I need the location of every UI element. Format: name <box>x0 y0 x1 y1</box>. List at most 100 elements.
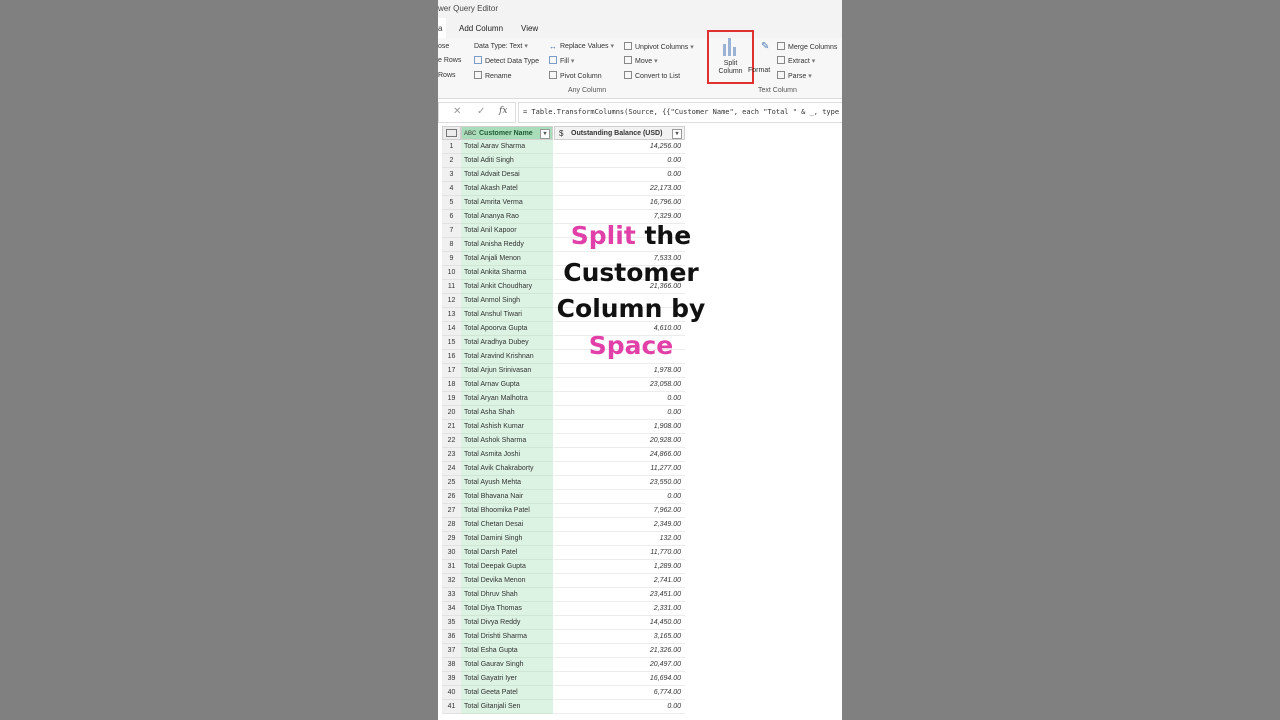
row-number[interactable]: 21 <box>442 420 461 434</box>
balance-cell[interactable]: 21,326.00 <box>554 644 685 658</box>
customer-name-cell[interactable]: Total Dhruv Shah <box>461 588 553 602</box>
row-number[interactable]: 7 <box>442 224 461 238</box>
customer-name-cell[interactable]: Total Ayush Mehta <box>461 476 553 490</box>
balance-cell[interactable]: 16,694.00 <box>554 672 685 686</box>
row-number[interactable]: 23 <box>442 448 461 462</box>
row-number[interactable]: 13 <box>442 308 461 322</box>
customer-name-cell[interactable]: Total Anmol Singh <box>461 294 553 308</box>
row-number[interactable]: 8 <box>442 238 461 252</box>
text-type-icon[interactable]: ABC <box>464 127 476 141</box>
data-type-dropdown[interactable]: Data Type: Text ▾ <box>474 42 528 52</box>
row-number[interactable]: 6 <box>442 210 461 224</box>
cancel-formula-button[interactable]: ✕ <box>453 106 461 117</box>
row-number[interactable]: 30 <box>442 546 461 560</box>
row-number[interactable]: 27 <box>442 504 461 518</box>
row-number[interactable]: 29 <box>442 532 461 546</box>
balance-cell[interactable]: 24,866.00 <box>554 448 685 462</box>
balance-cell[interactable]: 0.00 <box>554 700 685 714</box>
balance-cell[interactable]: 11,770.00 <box>554 546 685 560</box>
balance-cell[interactable]: 22,173.00 <box>554 182 685 196</box>
pivot-column-button[interactable]: Pivot Column <box>549 71 602 82</box>
row-number[interactable]: 12 <box>442 294 461 308</box>
row-number[interactable]: 36 <box>442 630 461 644</box>
rename-button[interactable]: Rename <box>474 71 511 82</box>
customer-name-cell[interactable]: Total Amrita Verma <box>461 196 553 210</box>
customer-name-cell[interactable]: Total Bhoomika Patel <box>461 504 553 518</box>
balance-cell[interactable]: 6,774.00 <box>554 686 685 700</box>
row-number[interactable]: 17 <box>442 364 461 378</box>
balance-cell[interactable]: 0.00 <box>554 154 685 168</box>
customer-name-cell[interactable]: Total Ankita Sharma <box>461 266 553 280</box>
customer-name-cell[interactable]: Total Aarav Sharma <box>461 140 553 154</box>
row-number[interactable]: 14 <box>442 322 461 336</box>
customer-name-cell[interactable]: Total Anil Kapoor <box>461 224 553 238</box>
fx-icon[interactable]: fx <box>499 106 507 116</box>
balance-cell[interactable]: 2,349.00 <box>554 518 685 532</box>
balance-cell[interactable]: 132.00 <box>554 532 685 546</box>
merge-columns-button[interactable]: Merge Columns <box>777 42 837 53</box>
convert-to-list-button[interactable]: Convert to List <box>624 71 680 82</box>
balance-cell[interactable]: 0.00 <box>554 168 685 182</box>
parse-button[interactable]: Parse ▾ <box>777 71 812 82</box>
detect-data-type-button[interactable]: Detect Data Type <box>474 56 539 67</box>
customer-name-cell[interactable]: Total Akash Patel <box>461 182 553 196</box>
format-button[interactable]: Format <box>748 66 770 76</box>
row-number[interactable]: 15 <box>442 336 461 350</box>
balance-cell[interactable]: 23,550.00 <box>554 476 685 490</box>
row-number[interactable]: 16 <box>442 350 461 364</box>
row-number[interactable]: 19 <box>442 392 461 406</box>
customer-name-cell[interactable]: Total Asmita Joshi <box>461 448 553 462</box>
balance-cell[interactable]: 14,256.00 <box>554 140 685 154</box>
tab-add-column[interactable]: Add Column <box>459 24 503 33</box>
customer-name-cell[interactable]: Total Devika Menon <box>461 574 553 588</box>
replace-values-button[interactable]: ↔ Replace Values ▾ <box>549 42 614 52</box>
customer-name-cell[interactable]: Total Ashok Sharma <box>461 434 553 448</box>
customer-name-cell[interactable]: Total Anjali Menon <box>461 252 553 266</box>
row-number[interactable]: 25 <box>442 476 461 490</box>
row-number[interactable]: 24 <box>442 462 461 476</box>
row-number[interactable]: 38 <box>442 658 461 672</box>
customer-name-cell[interactable]: Total Diya Thomas <box>461 602 553 616</box>
customer-name-cell[interactable]: Total Gayatri Iyer <box>461 672 553 686</box>
confirm-formula-button[interactable]: ✓ <box>477 106 485 117</box>
balance-cell[interactable]: 23,451.00 <box>554 588 685 602</box>
filter-dropdown-icon[interactable]: ▾ <box>672 129 682 139</box>
customer-name-cell[interactable]: Total Aravind Krishnan <box>461 350 553 364</box>
customer-name-cell[interactable]: Total Geeta Patel <box>461 686 553 700</box>
row-number[interactable]: 28 <box>442 518 461 532</box>
row-number[interactable]: 9 <box>442 252 461 266</box>
customer-name-cell[interactable]: Total Damini Singh <box>461 532 553 546</box>
ribbon-cut-3[interactable]: Rows <box>438 71 456 81</box>
balance-cell[interactable]: 0.00 <box>554 392 685 406</box>
column-header-customer-name[interactable]: ABC Customer Name ▾ <box>461 126 553 140</box>
balance-cell[interactable]: 0.00 <box>554 406 685 420</box>
row-number[interactable]: 34 <box>442 602 461 616</box>
move-button[interactable]: Move ▾ <box>624 56 658 67</box>
customer-name-cell[interactable]: Total Advait Desai <box>461 168 553 182</box>
row-number[interactable]: 41 <box>442 700 461 714</box>
balance-cell[interactable]: 14,450.00 <box>554 616 685 630</box>
row-number[interactable]: 10 <box>442 266 461 280</box>
customer-name-cell[interactable]: Total Arjun Srinivasan <box>461 364 553 378</box>
balance-cell[interactable]: 20,928.00 <box>554 434 685 448</box>
customer-name-cell[interactable]: Total Gitanjali Sen <box>461 700 553 714</box>
customer-name-cell[interactable]: Total Chetan Desai <box>461 518 553 532</box>
row-number[interactable]: 35 <box>442 616 461 630</box>
row-number[interactable]: 31 <box>442 560 461 574</box>
customer-name-cell[interactable]: Total Ananya Rao <box>461 210 553 224</box>
customer-name-cell[interactable]: Total Aradhya Dubey <box>461 336 553 350</box>
row-number[interactable]: 5 <box>442 196 461 210</box>
table-select-all[interactable] <box>442 126 461 140</box>
formula-input[interactable]: = Table.TransformColumns(Source, {{"Cust… <box>518 102 842 123</box>
row-number[interactable]: 1 <box>442 140 461 154</box>
row-number[interactable]: 37 <box>442 644 461 658</box>
extract-button[interactable]: Extract ▾ <box>777 56 815 67</box>
customer-name-cell[interactable]: Total Divya Reddy <box>461 616 553 630</box>
customer-name-cell[interactable]: Total Apoorva Gupta <box>461 322 553 336</box>
balance-cell[interactable]: 0.00 <box>554 490 685 504</box>
balance-cell[interactable]: 20,497.00 <box>554 658 685 672</box>
customer-name-cell[interactable]: Total Drishti Sharma <box>461 630 553 644</box>
customer-name-cell[interactable]: Total Gaurav Singh <box>461 658 553 672</box>
fill-button[interactable]: Fill ▾ <box>549 56 574 67</box>
row-number[interactable]: 3 <box>442 168 461 182</box>
